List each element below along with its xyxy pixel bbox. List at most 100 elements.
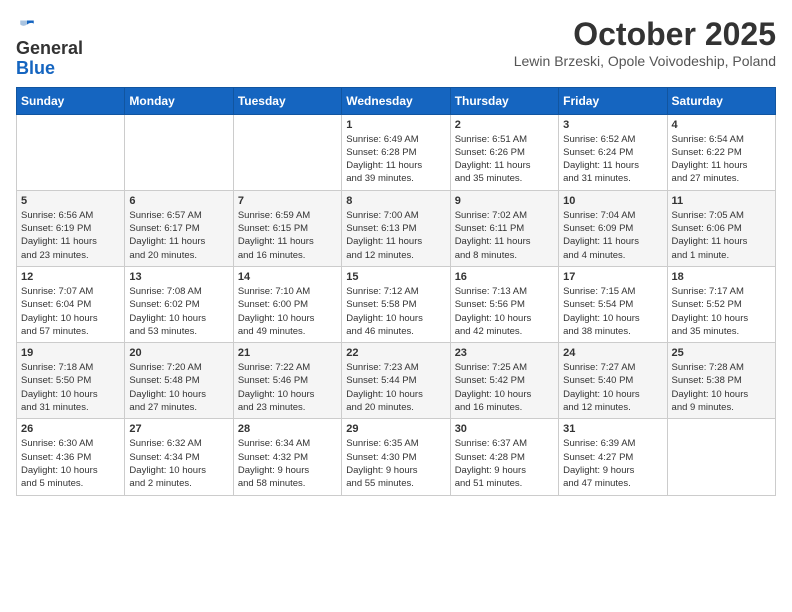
month-title: October 2025 [514, 16, 776, 53]
weekday-header-friday: Friday [559, 87, 667, 114]
day-info: Sunrise: 7:13 AM Sunset: 5:56 PM Dayligh… [455, 285, 554, 338]
day-info: Sunrise: 6:34 AM Sunset: 4:32 PM Dayligh… [238, 437, 337, 490]
calendar-week-3: 12Sunrise: 7:07 AM Sunset: 6:04 PM Dayli… [17, 266, 776, 342]
calendar-cell: 11 Sunrise: 7:05 AM Sunset: 6:06 PM Dayli… [667, 190, 775, 266]
day-number: 16 [455, 271, 554, 283]
page-header: General Blue October 2025 Lewin Brzeski,… [16, 16, 776, 79]
day-info: Sunrise: 6:52 AM Sunset: 6:24 PM Dayligh… [563, 133, 662, 186]
day-info: Sunrise: 7:27 AM Sunset: 5:40 PM Dayligh… [563, 361, 662, 414]
weekday-header-saturday: Saturday [667, 87, 775, 114]
calendar-cell: 25 Sunrise: 7:28 AM Sunset: 5:38 PM Dayli… [667, 343, 775, 419]
day-info: Sunrise: 7:23 AM Sunset: 5:44 PM Dayligh… [346, 361, 445, 414]
day-number: 18 [672, 271, 771, 283]
day-number: 26 [21, 423, 120, 435]
day-number: 20 [129, 347, 228, 359]
day-info: Sunrise: 7:18 AM Sunset: 5:50 PM Dayligh… [21, 361, 120, 414]
calendar-cell: 23 Sunrise: 7:25 AM Sunset: 5:42 PM Dayli… [450, 343, 558, 419]
calendar-week-4: 19 Sunrise: 7:18 AM Sunset: 5:50 PM Dayli… [17, 343, 776, 419]
calendar-cell [125, 114, 233, 190]
weekday-header-thursday: Thursday [450, 87, 558, 114]
day-number: 28 [238, 423, 337, 435]
calendar-cell: 5Sunrise: 6:56 AM Sunset: 6:19 PM Daylig… [17, 190, 125, 266]
day-number: 10 [563, 195, 662, 207]
day-info: Sunrise: 6:37 AM Sunset: 4:28 PM Dayligh… [455, 437, 554, 490]
calendar-cell: 20 Sunrise: 7:20 AM Sunset: 5:48 PM Dayli… [125, 343, 233, 419]
day-number: 19 [21, 347, 120, 359]
calendar-cell: 8Sunrise: 7:00 AM Sunset: 6:13 PM Daylig… [342, 190, 450, 266]
calendar-cell: 30 Sunrise: 6:37 AM Sunset: 4:28 PM Dayli… [450, 419, 558, 495]
calendar-cell: 3 Sunrise: 6:52 AM Sunset: 6:24 PM Daylig… [559, 114, 667, 190]
logo-icon [18, 16, 36, 34]
day-number: 30 [455, 423, 554, 435]
calendar-cell: 1Sunrise: 6:49 AM Sunset: 6:28 PM Daylig… [342, 114, 450, 190]
day-info: Sunrise: 7:22 AM Sunset: 5:46 PM Dayligh… [238, 361, 337, 414]
calendar-cell: 4Sunrise: 6:54 AM Sunset: 6:22 PM Daylig… [667, 114, 775, 190]
calendar-cell: 26 Sunrise: 6:30 AM Sunset: 4:36 PM Dayli… [17, 419, 125, 495]
day-info: Sunrise: 6:35 AM Sunset: 4:30 PM Dayligh… [346, 437, 445, 490]
calendar-cell: 17Sunrise: 7:15 AM Sunset: 5:54 PM Dayli… [559, 266, 667, 342]
weekday-header-sunday: Sunday [17, 87, 125, 114]
day-info: Sunrise: 7:25 AM Sunset: 5:42 PM Dayligh… [455, 361, 554, 414]
day-info: Sunrise: 7:02 AM Sunset: 6:11 PM Dayligh… [455, 209, 554, 262]
day-info: Sunrise: 7:12 AM Sunset: 5:58 PM Dayligh… [346, 285, 445, 338]
day-number: 22 [346, 347, 445, 359]
day-number: 3 [563, 119, 662, 131]
day-number: 9 [455, 195, 554, 207]
day-number: 25 [672, 347, 771, 359]
calendar-cell: 18 Sunrise: 7:17 AM Sunset: 5:52 PM Dayli… [667, 266, 775, 342]
calendar-cell: 14 Sunrise: 7:10 AM Sunset: 6:00 PM Dayli… [233, 266, 341, 342]
calendar-cell: 9 Sunrise: 7:02 AM Sunset: 6:11 PM Daylig… [450, 190, 558, 266]
calendar-cell: 24 Sunrise: 7:27 AM Sunset: 5:40 PM Dayli… [559, 343, 667, 419]
day-info: Sunrise: 6:39 AM Sunset: 4:27 PM Dayligh… [563, 437, 662, 490]
calendar-table: SundayMondayTuesdayWednesdayThursdayFrid… [16, 87, 776, 496]
day-info: Sunrise: 7:17 AM Sunset: 5:52 PM Dayligh… [672, 285, 771, 338]
day-info: Sunrise: 7:10 AM Sunset: 6:00 PM Dayligh… [238, 285, 337, 338]
day-info: Sunrise: 6:51 AM Sunset: 6:26 PM Dayligh… [455, 133, 554, 186]
calendar-cell: 31 Sunrise: 6:39 AM Sunset: 4:27 PM Dayli… [559, 419, 667, 495]
calendar-cell: 27 Sunrise: 6:32 AM Sunset: 4:34 PM Dayli… [125, 419, 233, 495]
day-number: 11 [672, 195, 771, 207]
day-number: 14 [238, 271, 337, 283]
calendar-cell: 21 Sunrise: 7:22 AM Sunset: 5:46 PM Dayli… [233, 343, 341, 419]
calendar-week-5: 26 Sunrise: 6:30 AM Sunset: 4:36 PM Dayli… [17, 419, 776, 495]
calendar-cell: 12Sunrise: 7:07 AM Sunset: 6:04 PM Dayli… [17, 266, 125, 342]
day-info: Sunrise: 7:20 AM Sunset: 5:48 PM Dayligh… [129, 361, 228, 414]
calendar-cell: 15 Sunrise: 7:12 AM Sunset: 5:58 PM Dayli… [342, 266, 450, 342]
day-info: Sunrise: 6:57 AM Sunset: 6:17 PM Dayligh… [129, 209, 228, 262]
calendar-cell: 2Sunrise: 6:51 AM Sunset: 6:26 PM Daylig… [450, 114, 558, 190]
day-number: 29 [346, 423, 445, 435]
day-number: 7 [238, 195, 337, 207]
location-title: Lewin Brzeski, Opole Voivodeship, Poland [514, 53, 776, 69]
calendar-cell: 6Sunrise: 6:57 AM Sunset: 6:17 PM Daylig… [125, 190, 233, 266]
title-block: October 2025 Lewin Brzeski, Opole Voivod… [514, 16, 776, 69]
day-number: 27 [129, 423, 228, 435]
calendar-cell: 16 Sunrise: 7:13 AM Sunset: 5:56 PM Dayli… [450, 266, 558, 342]
calendar-cell [17, 114, 125, 190]
weekday-header-monday: Monday [125, 87, 233, 114]
day-info: Sunrise: 6:32 AM Sunset: 4:34 PM Dayligh… [129, 437, 228, 490]
day-info: Sunrise: 6:56 AM Sunset: 6:19 PM Dayligh… [21, 209, 120, 262]
day-info: Sunrise: 7:08 AM Sunset: 6:02 PM Dayligh… [129, 285, 228, 338]
calendar-cell [233, 114, 341, 190]
day-number: 12 [21, 271, 120, 283]
calendar-cell: 19 Sunrise: 7:18 AM Sunset: 5:50 PM Dayli… [17, 343, 125, 419]
calendar-cell: 10 Sunrise: 7:04 AM Sunset: 6:09 PM Dayli… [559, 190, 667, 266]
day-info: Sunrise: 7:05 AM Sunset: 6:06 PM Dayligh… [672, 209, 771, 262]
calendar-cell: 28 Sunrise: 6:34 AM Sunset: 4:32 PM Dayli… [233, 419, 341, 495]
day-info: Sunrise: 6:54 AM Sunset: 6:22 PM Dayligh… [672, 133, 771, 186]
day-info: Sunrise: 7:15 AM Sunset: 5:54 PM Dayligh… [563, 285, 662, 338]
day-number: 24 [563, 347, 662, 359]
day-info: Sunrise: 6:30 AM Sunset: 4:36 PM Dayligh… [21, 437, 120, 490]
day-number: 1 [346, 119, 445, 131]
day-number: 21 [238, 347, 337, 359]
day-info: Sunrise: 7:04 AM Sunset: 6:09 PM Dayligh… [563, 209, 662, 262]
day-info: Sunrise: 7:00 AM Sunset: 6:13 PM Dayligh… [346, 209, 445, 262]
day-info: Sunrise: 7:28 AM Sunset: 5:38 PM Dayligh… [672, 361, 771, 414]
logo-text: General Blue [16, 39, 83, 79]
day-number: 15 [346, 271, 445, 283]
day-number: 23 [455, 347, 554, 359]
logo: General Blue [16, 16, 83, 79]
day-number: 31 [563, 423, 662, 435]
calendar-cell [667, 419, 775, 495]
calendar-cell: 7Sunrise: 6:59 AM Sunset: 6:15 PM Daylig… [233, 190, 341, 266]
